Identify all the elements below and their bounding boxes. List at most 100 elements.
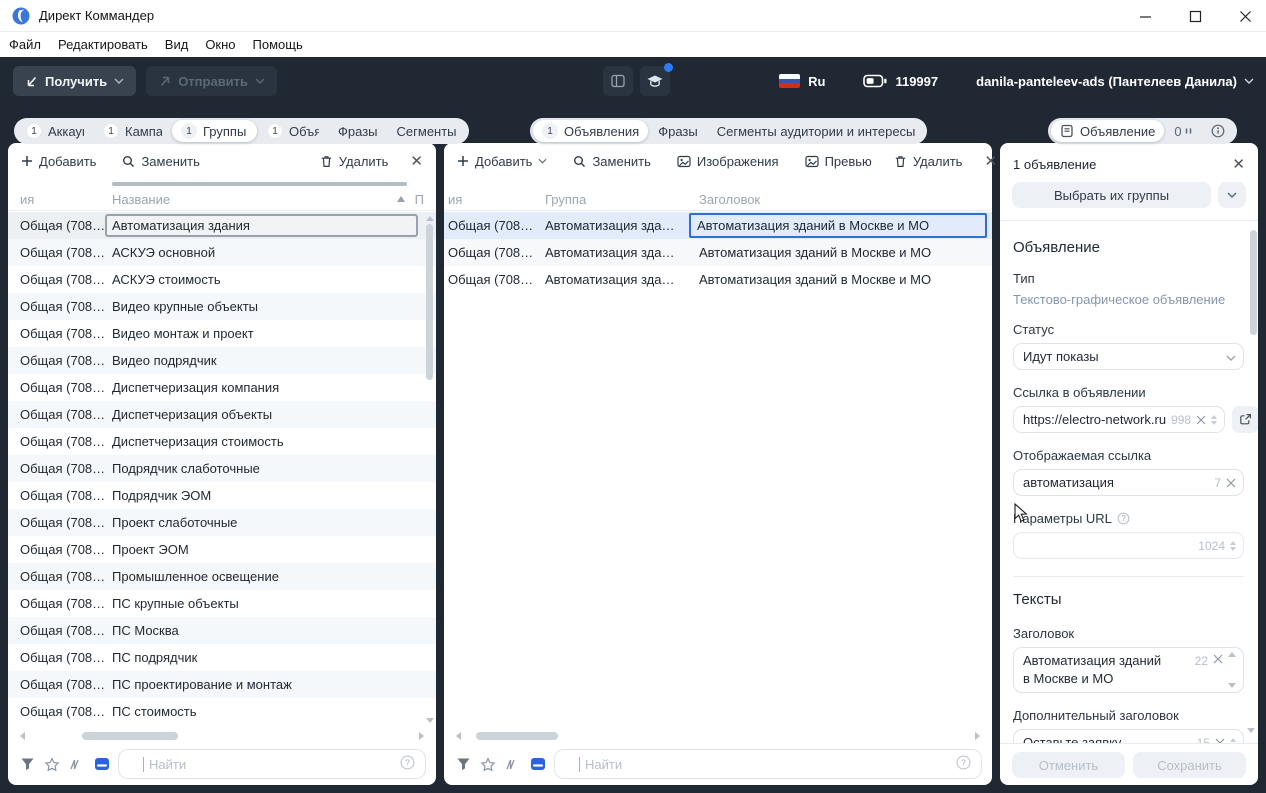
stepper-icon[interactable] — [1230, 540, 1236, 551]
preview-button[interactable]: Превью — [804, 154, 872, 169]
status-select[interactable]: Идут показы — [1013, 343, 1244, 370]
tab-segments[interactable]: Сегменты — [388, 120, 466, 142]
saved-filter-icon[interactable] — [529, 755, 547, 773]
tab-phrases[interactable]: Фразы — [329, 120, 387, 142]
table-row[interactable]: Общая (708… ПС стоимость — [8, 698, 436, 725]
delete-button[interactable]: Удалить — [894, 154, 962, 169]
replace-button[interactable]: Заменить — [573, 154, 651, 169]
clear-icon[interactable] — [1213, 654, 1223, 664]
horizontal-scrollbar-top[interactable] — [112, 182, 407, 186]
table-row[interactable]: Общая (708… Подрядчик ЭОМ — [8, 482, 436, 509]
minimize-button[interactable] — [1138, 10, 1152, 22]
table-row[interactable]: Общая (708… Промышленное освещение — [8, 563, 436, 590]
favorites-star-icon[interactable] — [479, 755, 497, 773]
tab-groups[interactable]: 1 Группы — [172, 120, 257, 142]
table-row[interactable]: Общая (708… Автоматизация здания — [8, 212, 436, 239]
search-input[interactable]: Найти ? — [118, 749, 426, 779]
cancel-button[interactable]: Отменить — [1012, 752, 1125, 778]
filter-funnel-icon[interactable] — [454, 755, 472, 773]
help-icon[interactable]: ? — [956, 755, 971, 773]
table-row[interactable]: Общая (708… Автоматизация зда… Автоматиз… — [444, 212, 992, 239]
open-link-button[interactable] — [1232, 406, 1258, 433]
tab-accounts[interactable]: 1Аккаун — [17, 120, 93, 142]
table-row[interactable]: Общая (708… ПС Москва — [8, 617, 436, 644]
table-row[interactable]: Общая (708… ПС проектирование и монтаж — [8, 671, 436, 698]
display-link-input[interactable]: автоматизация 7 — [1013, 469, 1244, 496]
table-row[interactable]: Общая (708… Проект слаботочные — [8, 509, 436, 536]
table-row[interactable]: Общая (708… Проект ЭОМ — [8, 536, 436, 563]
column-name[interactable]: Название — [112, 192, 170, 207]
table-row[interactable]: Общая (708… АСКУЭ стоимость — [8, 266, 436, 293]
learning-button[interactable] — [640, 63, 673, 96]
match-arrows-icon[interactable] — [504, 755, 522, 773]
table-row[interactable]: Общая (708… Видео крупные объекты — [8, 293, 436, 320]
close-button[interactable] — [1238, 10, 1252, 22]
favorites-star-icon[interactable] — [43, 755, 61, 773]
help-icon[interactable]: ? — [400, 755, 415, 773]
table-row[interactable]: Общая (708… Диспетчеризация объекты — [8, 401, 436, 428]
send-button[interactable]: Отправить — [146, 66, 278, 96]
tab-ad-inspector[interactable]: Объявление — [1051, 120, 1165, 142]
clear-icon[interactable] — [1196, 415, 1206, 425]
tab-history[interactable]: 0 — [1165, 120, 1200, 142]
column-campaign[interactable]: ия — [20, 192, 112, 207]
select-groups-chevron-button[interactable] — [1218, 182, 1246, 208]
add-button[interactable]: Добавить — [457, 154, 547, 169]
menu-help[interactable]: Помощь — [253, 37, 303, 52]
close-inspector-button[interactable]: ✕ — [1232, 157, 1245, 172]
units-indicator[interactable]: 119997 — [863, 74, 938, 89]
search-input[interactable]: Найти ? — [554, 749, 982, 779]
extra-headline-input[interactable]: Оставьте заявку 15 — [1013, 729, 1244, 743]
close-panel-button[interactable]: ✕ — [984, 154, 997, 169]
match-arrows-icon[interactable] — [68, 755, 86, 773]
images-button[interactable]: Изображения — [677, 154, 779, 169]
table-row[interactable]: Общая (708… Подрядчик слаботочные — [8, 455, 436, 482]
menu-window[interactable]: Окно — [205, 37, 235, 52]
menu-view[interactable]: Вид — [165, 37, 189, 52]
column-campaign[interactable]: ия — [448, 192, 545, 207]
table-row[interactable]: Общая (708… Автоматизация зда… Автоматиз… — [444, 239, 992, 266]
tab-info[interactable] — [1202, 120, 1234, 142]
layout-columns-button[interactable] — [603, 66, 633, 96]
delete-button[interactable]: Удалить — [320, 154, 388, 169]
account-menu[interactable]: danila-panteleev-ads (Пантелеев Данила) — [976, 74, 1254, 89]
tab-audience-segments[interactable]: Сегменты аудитории и интересы — [708, 120, 925, 142]
url-params-input[interactable]: 1024 — [1013, 532, 1244, 559]
get-button[interactable]: Получить — [13, 66, 137, 96]
tab-ads-list[interactable]: 1 Объявления — [533, 120, 649, 142]
menu-edit[interactable]: Редактировать — [58, 37, 148, 52]
table-row[interactable]: Общая (708… ПС подрядчик — [8, 644, 436, 671]
close-panel-button[interactable]: ✕ — [410, 154, 423, 169]
select-groups-button[interactable]: Выбрать их группы — [1012, 182, 1211, 208]
horizontal-scrollbar-bottom[interactable] — [16, 731, 428, 741]
headline-textarea[interactable]: Автоматизация зданий в Москве и МО 22 — [1013, 647, 1244, 693]
add-button[interactable]: Добавить — [21, 154, 96, 169]
language-switcher[interactable]: Ru — [779, 74, 825, 89]
tab-phrases-list[interactable]: Фразы — [649, 120, 707, 142]
replace-button[interactable]: Заменить — [122, 154, 200, 169]
table-row[interactable]: Общая (708… Видео монтаж и проект — [8, 320, 436, 347]
help-icon[interactable]: ? — [1117, 512, 1130, 525]
saved-filter-icon[interactable] — [93, 755, 111, 773]
table-row[interactable]: Общая (708… Диспетчеризация стоимость — [8, 428, 436, 455]
table-row[interactable]: Общая (708… АСКУЭ основной — [8, 239, 436, 266]
column-group[interactable]: Группа — [545, 192, 697, 207]
menu-file[interactable]: Файл — [9, 37, 41, 52]
column-next[interactable]: П — [415, 192, 424, 207]
link-input[interactable]: https://electro-network.ru 998 — [1013, 406, 1226, 433]
clear-icon[interactable] — [1226, 478, 1236, 488]
filter-funnel-icon[interactable] — [18, 755, 36, 773]
scroll-down-icon[interactable] — [1247, 728, 1255, 733]
save-button[interactable]: Сохранить — [1133, 752, 1246, 778]
maximize-button[interactable] — [1188, 10, 1202, 22]
column-title[interactable]: Заголовок — [697, 192, 988, 207]
stepper-icon[interactable] — [1228, 652, 1236, 688]
table-row[interactable]: Общая (708… ПС крупные объекты — [8, 590, 436, 617]
stepper-icon[interactable] — [1211, 414, 1218, 425]
table-row[interactable]: Общая (708… Видео подрядчик — [8, 347, 436, 374]
horizontal-scrollbar-bottom[interactable] — [452, 731, 984, 741]
tab-ads[interactable]: 1Объяв — [258, 120, 328, 142]
table-row[interactable]: Общая (708… Диспетчеризация компания — [8, 374, 436, 401]
table-row[interactable]: Общая (708… Автоматизация зда… Автоматиз… — [444, 266, 992, 293]
vertical-scrollbar[interactable] — [425, 212, 434, 727]
